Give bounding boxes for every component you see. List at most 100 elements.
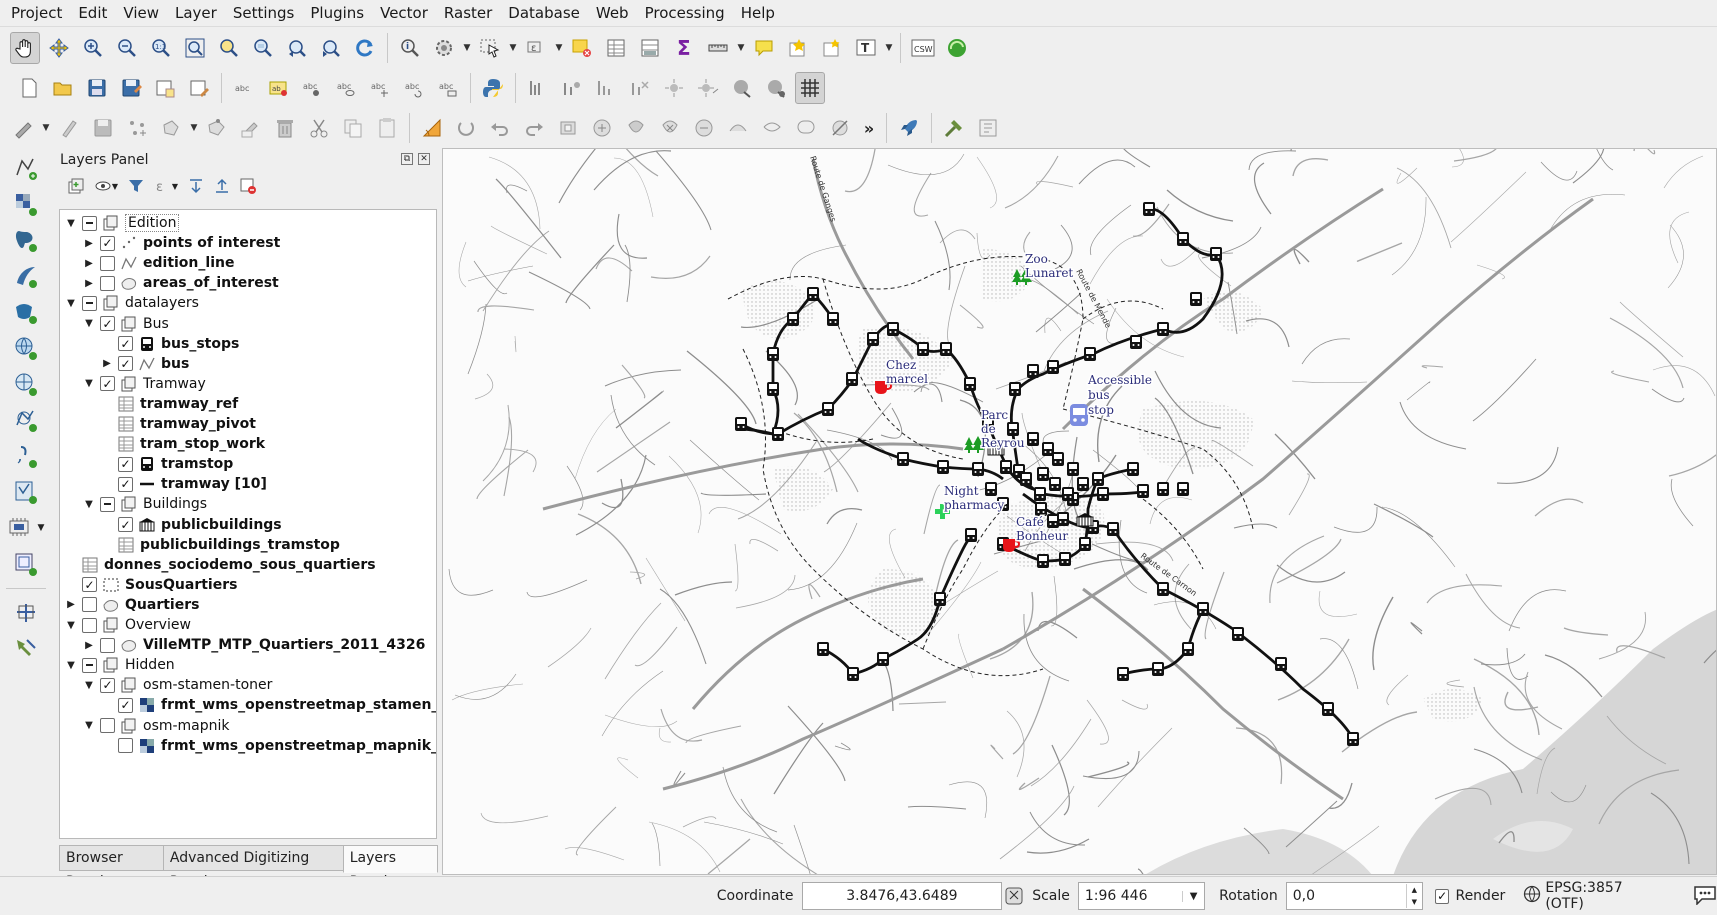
expand-arrow-icon[interactable]: ▶ <box>82 634 96 656</box>
tram-stop-icon[interactable] <box>1062 487 1074 501</box>
plugin-tools-icon[interactable] <box>939 112 969 144</box>
layer-visibility-checkbox[interactable] <box>82 597 97 613</box>
add-part-icon[interactable] <box>587 112 617 144</box>
chevron-down-icon[interactable]: ▼ <box>1182 890 1204 902</box>
render-checkbox[interactable]: ✓ <box>1434 888 1450 904</box>
pan-to-selection-icon[interactable] <box>44 32 74 64</box>
layer-row[interactable]: ▶ ✓ points of interest <box>82 232 280 254</box>
globe-icon[interactable] <box>1523 885 1541 907</box>
expand-arrow-icon[interactable]: ▶ <box>64 594 78 616</box>
tram-stop-icon[interactable] <box>1210 247 1222 261</box>
snap-topo-icon[interactable] <box>727 72 757 104</box>
filter-legend-icon[interactable] <box>123 174 149 198</box>
copy-features-icon[interactable] <box>338 112 368 144</box>
tram-stop-icon[interactable] <box>1009 382 1021 396</box>
tram-stop-icon[interactable] <box>1157 582 1169 596</box>
tram-stop-icon[interactable] <box>1067 462 1079 476</box>
current-edits-dropdown-icon[interactable]: ▼ <box>40 112 52 144</box>
tram-stop-icon[interactable] <box>1157 322 1169 336</box>
tram-stop-icon[interactable] <box>817 642 829 656</box>
collapse-arrow-icon[interactable]: ▼ <box>82 313 96 335</box>
tram-stop-icon[interactable] <box>1047 360 1059 374</box>
tram-stop-icon[interactable] <box>940 342 952 356</box>
tram-stop-icon[interactable] <box>1079 537 1091 551</box>
label-change-icon[interactable]: abc <box>433 72 463 104</box>
accessible-bus-stop-icon[interactable] <box>1070 404 1088 426</box>
tram-stop-icon[interactable] <box>1027 364 1039 378</box>
expand-all-icon[interactable] <box>183 174 209 198</box>
menu-edit[interactable]: Edit <box>70 0 115 27</box>
tram-stop-icon[interactable] <box>897 452 909 466</box>
csw-icon[interactable]: CSW <box>908 32 938 64</box>
save-as-icon[interactable] <box>116 72 146 104</box>
layer-row[interactable]: donnes_sociodemo_sous_quartiers <box>64 554 376 576</box>
layer-group-row[interactable]: ▼ Edition <box>64 212 180 234</box>
spin-arrows-icon[interactable]: ▲ ▼ <box>1405 884 1422 908</box>
tram-stop-icon[interactable] <box>1275 657 1287 671</box>
collapse-arrow-icon[interactable]: ▼ <box>82 373 96 395</box>
layer-visibility-checkbox[interactable] <box>100 637 115 653</box>
tram-stop-icon[interactable] <box>807 287 819 301</box>
tram-stop-icon[interactable] <box>1232 627 1244 641</box>
new-temporary-layer-icon[interactable] <box>6 547 46 581</box>
label-show-hide-icon[interactable]: abc <box>331 72 361 104</box>
split-features-icon[interactable] <box>825 112 855 144</box>
tram-stop-icon[interactable] <box>767 347 779 361</box>
tram-stop-icon[interactable] <box>937 460 949 474</box>
statistics-icon[interactable]: Σ <box>669 32 699 64</box>
snap-segment-icon[interactable] <box>591 72 621 104</box>
layer-visibility-checkbox[interactable] <box>100 255 115 271</box>
collapse-arrow-icon[interactable]: ▼ <box>82 493 96 515</box>
offset-curve-icon[interactable] <box>757 112 787 144</box>
map-canvas[interactable]: Route de Ganges Route de Mende Route de … <box>442 148 1717 875</box>
label-move-icon[interactable]: abc <box>365 72 395 104</box>
measure-dropdown-icon[interactable]: ▼ <box>735 32 747 64</box>
tram-stop-icon[interactable] <box>1059 552 1071 566</box>
zoom-last-icon[interactable] <box>282 32 312 64</box>
layer-visibility-checkbox[interactable]: ✓ <box>118 456 133 472</box>
coordinate-toggle-icon[interactable] <box>1004 885 1024 907</box>
layer-row[interactable]: frmt_wms_openstreetmap_mapnik_... <box>100 735 436 757</box>
add-wms-layer-icon[interactable] <box>6 331 46 365</box>
layer-row[interactable]: ▶ Quartiers <box>64 594 199 616</box>
add-group-icon[interactable] <box>63 174 89 198</box>
tram-stop-icon[interactable] <box>822 402 834 416</box>
add-vector-layer-icon[interactable] <box>6 151 46 185</box>
tram-stop-icon[interactable] <box>1084 347 1096 361</box>
tram-stop-icon[interactable] <box>847 667 859 681</box>
zoom-next-icon[interactable] <box>316 32 346 64</box>
menu-vector[interactable]: Vector <box>372 0 436 27</box>
tram-stop-icon[interactable] <box>1177 482 1189 496</box>
fill-ring-icon[interactable] <box>621 112 651 144</box>
map-svg[interactable]: Route de Ganges Route de Mende Route de … <box>443 149 1717 875</box>
messages-icon[interactable] <box>1693 883 1717 909</box>
snap-align-icon[interactable] <box>523 72 553 104</box>
tram-stop-icon[interactable] <box>787 312 799 326</box>
layer-visibility-checkbox[interactable]: ✓ <box>100 677 115 693</box>
expand-arrow-icon[interactable]: ▶ <box>82 252 96 274</box>
zoom-in-icon[interactable] <box>78 32 108 64</box>
tram-stop-icon[interactable] <box>1197 602 1209 616</box>
label-rotate-icon[interactable]: abc <box>399 72 429 104</box>
simplify-icon[interactable] <box>791 112 821 144</box>
layer-visibility-checkbox[interactable]: ✓ <box>118 517 133 532</box>
action-dropdown-icon[interactable]: ▼ <box>461 32 473 64</box>
layer-row[interactable]: tramway_ref <box>100 393 238 415</box>
layer-visibility-checkbox[interactable]: ✓ <box>100 235 115 251</box>
layer-visibility-checkbox[interactable] <box>82 657 97 673</box>
layer-row[interactable]: ✓ SousQuartiers <box>64 574 237 596</box>
menu-raster[interactable]: Raster <box>436 0 500 27</box>
remove-layer-icon[interactable] <box>235 174 261 198</box>
new-bookmark-icon[interactable] <box>783 32 813 64</box>
layout-tool-icon[interactable] <box>973 112 1003 144</box>
menu-project[interactable]: Project <box>3 0 70 27</box>
refresh-icon[interactable] <box>350 32 380 64</box>
layout-manager-icon[interactable] <box>184 72 214 104</box>
delete-selected-icon[interactable] <box>270 112 300 144</box>
layer-group-row[interactable]: ▼ ✓ Bus <box>82 313 169 335</box>
layer-row[interactable]: ▶ VilleMTP_MTP_Quartiers_2011_4326 <box>82 634 425 656</box>
delete-part-icon[interactable] <box>689 112 719 144</box>
tram-stop-icon[interactable] <box>1127 462 1139 476</box>
new-project-icon[interactable] <box>14 72 44 104</box>
qgis-cloud-icon[interactable] <box>942 32 972 64</box>
